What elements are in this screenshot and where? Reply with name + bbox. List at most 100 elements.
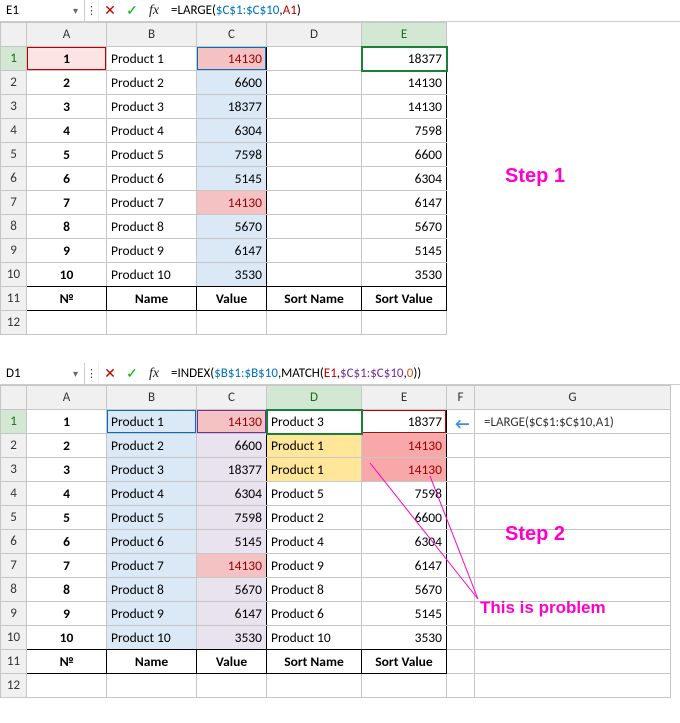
cell[interactable]: 8 — [27, 578, 107, 602]
cell[interactable]: 18377 — [197, 95, 267, 119]
formula-input[interactable]: =LARGE($C$1:$C$10,A1) — [165, 3, 680, 18]
cell[interactable]: Product 7 — [107, 191, 197, 215]
cell[interactable]: Product 5 — [107, 143, 197, 167]
cell[interactable]: 1 — [27, 47, 107, 71]
cell[interactable]: 18377 — [362, 410, 447, 434]
cell[interactable]: 3530 — [197, 263, 267, 287]
row-header[interactable]: 2 — [1, 71, 27, 95]
cell[interactable]: 7598 — [362, 482, 447, 506]
col-header-G[interactable]: G — [475, 386, 671, 410]
cell[interactable]: 6304 — [362, 167, 447, 191]
cell[interactable]: 14130 — [362, 458, 447, 482]
cell[interactable]: Product 6 — [107, 530, 197, 554]
cell[interactable]: 4 — [27, 482, 107, 506]
row-header[interactable]: 1 — [1, 47, 27, 71]
row-header[interactable]: 3 — [1, 458, 27, 482]
cell[interactable]: 6147 — [362, 554, 447, 578]
cell[interactable]: 6147 — [197, 239, 267, 263]
cell[interactable]: Product 9 — [107, 602, 197, 626]
name-box[interactable]: E1 ▾ — [0, 0, 85, 21]
row-header[interactable]: 10 — [1, 626, 27, 650]
cell[interactable]: 10 — [27, 626, 107, 650]
cell[interactable]: 6600 — [197, 434, 267, 458]
cell[interactable] — [475, 458, 671, 482]
header-cell[interactable]: Name — [107, 287, 197, 311]
cell[interactable] — [447, 554, 475, 578]
cell[interactable]: Product 10 — [107, 626, 197, 650]
cell[interactable]: 8 — [27, 215, 107, 239]
cell[interactable]: Product 4 — [267, 530, 362, 554]
cell[interactable] — [447, 650, 475, 674]
cell[interactable]: 5670 — [362, 215, 447, 239]
row-header[interactable]: 6 — [1, 530, 27, 554]
col-header-F[interactable]: F — [447, 386, 475, 410]
cell[interactable]: 14130 — [197, 191, 267, 215]
cell[interactable] — [107, 674, 197, 698]
col-header-A[interactable]: A — [27, 386, 107, 410]
cell[interactable]: 6600 — [362, 506, 447, 530]
cell[interactable] — [362, 674, 447, 698]
cell[interactable]: 2 — [27, 434, 107, 458]
cell[interactable] — [267, 143, 362, 167]
cell[interactable] — [267, 191, 362, 215]
insert-function-button[interactable]: fx — [143, 363, 165, 384]
cell[interactable]: 9 — [27, 602, 107, 626]
cell[interactable]: 3530 — [362, 626, 447, 650]
cell[interactable]: 6 — [27, 167, 107, 191]
row-header[interactable]: 10 — [1, 263, 27, 287]
cell[interactable]: 5670 — [197, 215, 267, 239]
cell[interactable] — [267, 95, 362, 119]
cell[interactable]: Product 8 — [107, 215, 197, 239]
cell[interactable]: 5145 — [362, 239, 447, 263]
row-header[interactable]: 11 — [1, 287, 27, 311]
cell[interactable]: 14130 — [362, 95, 447, 119]
cell[interactable]: Product 10 — [107, 263, 197, 287]
col-header-D[interactable]: D — [267, 23, 362, 47]
cell[interactable]: Product 8 — [267, 578, 362, 602]
cell[interactable]: 5670 — [362, 578, 447, 602]
cell[interactable]: 3530 — [362, 263, 447, 287]
cell[interactable]: 7598 — [197, 143, 267, 167]
cell[interactable]: 3 — [27, 458, 107, 482]
cell[interactable]: 3 — [27, 95, 107, 119]
cell[interactable]: Product 7 — [107, 554, 197, 578]
cell[interactable]: 14130 — [362, 434, 447, 458]
cell[interactable]: Product 3 — [107, 95, 197, 119]
cell[interactable] — [197, 674, 267, 698]
cell[interactable] — [447, 530, 475, 554]
cell[interactable] — [447, 506, 475, 530]
header-cell[interactable]: Sort Value — [362, 650, 447, 674]
row-header[interactable]: 8 — [1, 215, 27, 239]
cell[interactable] — [447, 434, 475, 458]
cell[interactable] — [267, 311, 362, 335]
cell[interactable]: Product 4 — [107, 482, 197, 506]
row-header[interactable]: 5 — [1, 143, 27, 167]
cell[interactable]: Product 2 — [267, 506, 362, 530]
cell[interactable]: 6304 — [362, 530, 447, 554]
cell[interactable]: 1 — [27, 410, 107, 434]
header-cell[interactable]: Value — [197, 650, 267, 674]
cell[interactable] — [267, 119, 362, 143]
cell[interactable] — [362, 311, 447, 335]
row-header[interactable]: 4 — [1, 119, 27, 143]
cell[interactable] — [27, 674, 107, 698]
cell[interactable]: Product 6 — [267, 602, 362, 626]
cell[interactable]: 5 — [27, 143, 107, 167]
accept-formula-button[interactable]: ✓ — [121, 0, 143, 21]
col-header-D[interactable]: D — [267, 386, 362, 410]
cell[interactable]: 5 — [27, 506, 107, 530]
cell[interactable]: 5145 — [197, 167, 267, 191]
row-header[interactable]: 11 — [1, 650, 27, 674]
col-header-C[interactable]: C — [197, 23, 267, 47]
row-header[interactable]: 1 — [1, 410, 27, 434]
cell[interactable] — [447, 674, 475, 698]
row-header[interactable]: 9 — [1, 239, 27, 263]
cell[interactable] — [447, 602, 475, 626]
col-header-E[interactable]: E — [362, 23, 447, 47]
cell[interactable]: 14130 — [362, 71, 447, 95]
cell[interactable]: 7598 — [362, 119, 447, 143]
cell[interactable]: Product 9 — [107, 239, 197, 263]
select-all-corner[interactable] — [1, 386, 27, 410]
header-cell[interactable]: Name — [107, 650, 197, 674]
row-header[interactable]: 12 — [1, 674, 27, 698]
